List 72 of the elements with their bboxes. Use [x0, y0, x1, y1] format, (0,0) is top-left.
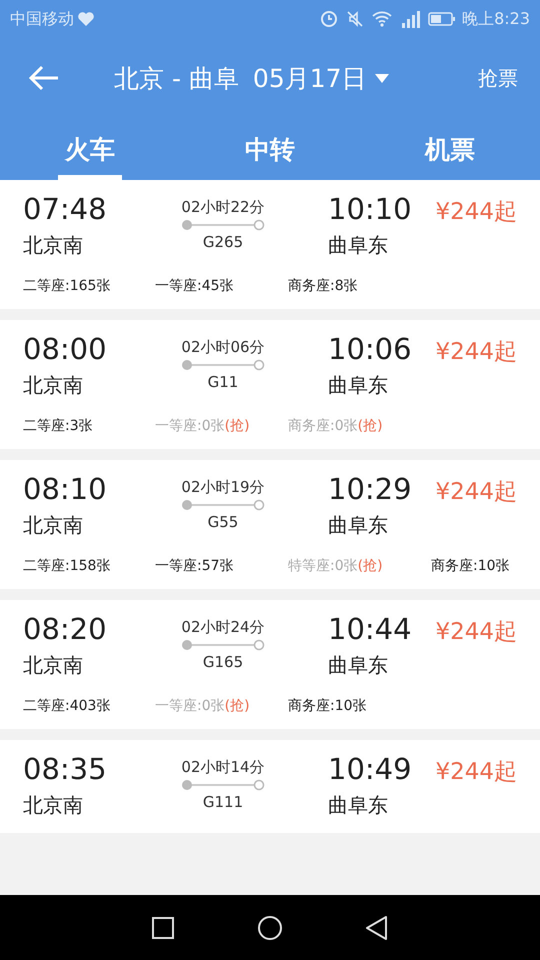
train-card[interactable]: 08:35 北京南 02小时14分 G111 10:49 曲阜东 ¥244起 — [0, 740, 540, 833]
train-number: G165 — [202, 653, 244, 671]
train-card[interactable]: 08:00 北京南 02小时06分 G11 10:06 曲阜东 ¥244起 二等座:3张 一等座:0张(抢) 商务座:0张(抢) — [0, 320, 540, 449]
train-number: G265 — [202, 233, 244, 251]
seat-availability: 二等座:403张 — [23, 697, 112, 715]
duration: 02小时24分 — [181, 618, 265, 637]
price: ¥244起 — [435, 338, 517, 367]
train-card[interactable]: 07:48 北京南 02小时22分 G265 10:10 曲阜东 ¥244起 二等座:165张 一等座:45张 商务座:8张 — [0, 180, 540, 309]
wifi-icon — [372, 11, 392, 27]
departure-station: 北京南 — [23, 512, 84, 539]
price: ¥244起 — [435, 618, 517, 647]
departure-time: 08:10 — [23, 472, 108, 506]
route-line-icon — [181, 219, 265, 231]
mute-icon — [346, 10, 364, 28]
seat-availability: 二等座:3张 — [23, 417, 94, 435]
seat-availability: 商务座:0张(抢) — [288, 417, 384, 435]
train-card[interactable]: 08:10 北京南 02小时19分 G55 10:29 曲阜东 ¥244起 二等座:158张 一等座:57张 特等座:0张(抢) 商务座:10张 — [0, 460, 540, 589]
seat-availability: 二等座:165张 — [23, 277, 112, 295]
home-icon[interactable] — [256, 914, 283, 940]
price: ¥244起 — [435, 198, 517, 227]
arrival-time: 10:29 — [328, 472, 413, 506]
route-line-icon — [181, 639, 265, 651]
clock-time: 晚上8:23 — [462, 8, 530, 30]
carrier-name: 中国移动 — [10, 8, 74, 30]
duration: 02小时06分 — [181, 338, 265, 357]
back-arrow-icon[interactable] — [28, 65, 60, 91]
arrival-station: 曲阜东 — [328, 652, 389, 679]
departure-station: 北京南 — [23, 652, 84, 679]
back-icon[interactable] — [364, 914, 390, 940]
seat-availability: 一等座:0张(抢) — [155, 417, 251, 435]
route-line-icon — [181, 359, 265, 371]
seat-availability: 一等座:0张(抢) — [155, 697, 251, 715]
route-line-icon — [181, 499, 265, 511]
seat-availability: 二等座:158张 — [23, 557, 112, 575]
arrival-station: 曲阜东 — [328, 512, 389, 539]
train-number: G11 — [208, 373, 238, 391]
seat-availability: 特等座:0张(抢) — [288, 557, 384, 575]
signal-icon — [400, 10, 420, 28]
route-title: 北京 - 曲阜 — [114, 62, 239, 94]
seat-availability: 商务座:8张 — [288, 277, 359, 295]
recent-apps-icon[interactable] — [150, 914, 176, 940]
departure-station: 北京南 — [23, 232, 84, 259]
arrival-station: 曲阜东 — [328, 372, 389, 399]
arrival-station: 曲阜东 — [328, 232, 389, 259]
duration: 02小时14分 — [181, 758, 265, 777]
departure-station: 北京南 — [23, 792, 84, 819]
duration: 02小时19分 — [181, 478, 265, 497]
seat-availability: 一等座:57张 — [155, 557, 235, 575]
departure-time: 08:35 — [23, 752, 108, 786]
departure-time: 08:00 — [23, 332, 108, 366]
seat-availability: 商务座:10张 — [431, 557, 511, 575]
seat-availability: 商务座:10张 — [288, 697, 368, 715]
route-line-icon — [181, 779, 265, 791]
arrival-time: 10:10 — [328, 192, 413, 226]
train-number: G55 — [208, 513, 238, 531]
price: ¥244起 — [435, 478, 517, 507]
departure-time: 07:48 — [23, 192, 108, 226]
seat-availability: 一等座:45张 — [155, 277, 235, 295]
alarm-icon — [320, 10, 338, 28]
arrival-time: 10:49 — [328, 752, 413, 786]
arrival-time: 10:06 — [328, 332, 413, 366]
battery-icon — [428, 11, 456, 27]
caret-icon[interactable] — [374, 74, 389, 82]
train-number: G111 — [202, 793, 244, 811]
arrival-station: 曲阜东 — [328, 792, 389, 819]
duration: 02小时22分 — [181, 198, 265, 217]
departure-time: 08:20 — [23, 612, 108, 646]
price: ¥244起 — [435, 758, 517, 787]
train-card[interactable]: 08:20 北京南 02小时24分 G165 10:44 曲阜东 ¥244起 二等座:403张 一等座:0张(抢) 商务座:10张 — [0, 600, 540, 729]
departure-station: 北京南 — [23, 372, 84, 399]
heart-icon — [77, 11, 95, 27]
arrival-time: 10:44 — [328, 612, 413, 646]
